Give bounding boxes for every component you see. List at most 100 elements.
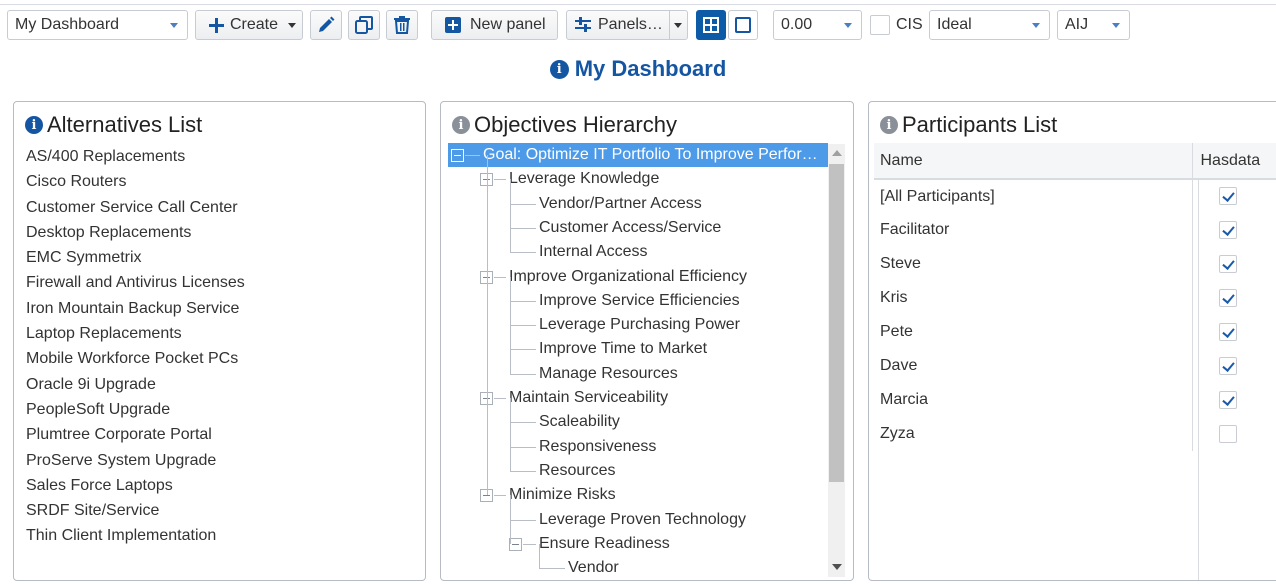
- list-item[interactable]: Plumtree Corporate Portal: [26, 422, 245, 447]
- ideal-select[interactable]: Ideal: [929, 10, 1050, 40]
- info-icon[interactable]: i: [25, 116, 43, 134]
- number-select[interactable]: 0.00: [773, 10, 862, 40]
- aij-select-value: AIJ: [1065, 16, 1089, 33]
- panels-dropdown-button[interactable]: [669, 10, 688, 40]
- hasdata-checkbox[interactable]: [1219, 288, 1238, 307]
- tree-connector: [539, 568, 565, 570]
- tree-node-goal[interactable]: Goal: Optimize IT Portfolio To Improve P…: [448, 143, 828, 167]
- panels-button[interactable]: Panels…: [566, 10, 670, 40]
- edit-button[interactable]: [310, 10, 342, 40]
- ideal-select-value: Ideal: [937, 16, 972, 33]
- table-row[interactable]: Kris: [874, 281, 1276, 315]
- collapse-icon[interactable]: [451, 149, 464, 162]
- number-select-value: 0.00: [781, 16, 813, 33]
- tree-connector: [510, 519, 536, 521]
- name-column-header[interactable]: Name: [874, 143, 1192, 180]
- list-item[interactable]: Cisco Routers: [26, 169, 245, 194]
- list-item[interactable]: Laptop Replacements: [26, 321, 245, 346]
- cis-checkbox[interactable]: [870, 15, 890, 35]
- chevron-down-icon: [1112, 23, 1120, 28]
- new-panel-label: New panel: [470, 16, 546, 33]
- list-item[interactable]: EMC Symmetrix: [26, 245, 245, 270]
- list-item[interactable]: Desktop Replacements: [26, 220, 245, 245]
- single-layout-toggle[interactable]: [728, 10, 758, 40]
- table-row[interactable]: Marcia: [874, 383, 1276, 417]
- tree-scrollbar[interactable]: [828, 144, 845, 577]
- grid-layout-toggle[interactable]: [696, 10, 726, 40]
- tree-node[interactable]: Vendor: [568, 556, 619, 579]
- tree-node[interactable]: Resources: [539, 459, 615, 483]
- tree-node[interactable]: Leverage Proven Technology: [539, 508, 746, 532]
- create-button[interactable]: Create: [195, 10, 303, 40]
- dashboard-select-value: My Dashboard: [15, 16, 120, 33]
- tree-node[interactable]: Leverage Purchasing Power: [539, 313, 740, 337]
- panels-label: Panels…: [598, 16, 663, 33]
- top-border: [0, 0, 1276, 5]
- tree-connector: [494, 398, 506, 399]
- dashboard-select[interactable]: My Dashboard: [7, 10, 188, 40]
- tree-connector: [510, 398, 511, 471]
- info-icon[interactable]: i: [880, 116, 898, 134]
- tree-node[interactable]: Maintain Serviceability: [509, 386, 668, 410]
- info-icon[interactable]: i: [452, 116, 470, 134]
- tree-node[interactable]: Improve Service Efficiencies: [539, 289, 740, 313]
- list-item[interactable]: Firewall and Antivirus Licenses: [26, 270, 245, 295]
- list-item[interactable]: Mobile Workforce Pocket PCs: [26, 346, 245, 371]
- hasdata-cell: [1191, 383, 1276, 417]
- tree-node[interactable]: Internal Access: [539, 240, 648, 264]
- tree-node[interactable]: Scaleability: [539, 410, 620, 434]
- list-item[interactable]: ProServe System Upgrade: [26, 448, 245, 473]
- scroll-up-icon[interactable]: [832, 150, 842, 156]
- scrollbar-thumb[interactable]: [829, 164, 844, 482]
- chevron-down-icon: [674, 23, 682, 28]
- tree-connector: [510, 373, 536, 375]
- table-row[interactable]: Pete: [874, 315, 1276, 349]
- add-box-icon: [445, 17, 461, 33]
- trash-icon: [394, 16, 410, 34]
- tree-node[interactable]: Improve Time to Market: [539, 337, 707, 361]
- pencil-icon: [317, 16, 335, 34]
- table-row[interactable]: Facilitator: [874, 213, 1276, 247]
- hasdata-column-header[interactable]: Hasdata: [1191, 143, 1276, 180]
- list-item[interactable]: Customer Service Call Center: [26, 195, 245, 220]
- list-item[interactable]: PeopleSoft Upgrade: [26, 397, 245, 422]
- tree-node[interactable]: Vendor/Partner Access: [539, 192, 702, 216]
- square-icon: [735, 17, 751, 33]
- hasdata-checkbox[interactable]: [1219, 424, 1238, 443]
- tree-node[interactable]: Responsiveness: [539, 435, 656, 459]
- participant-name: Steve: [880, 255, 921, 272]
- scroll-down-icon[interactable]: [832, 564, 842, 570]
- tree-connector: [510, 446, 536, 448]
- tree-node[interactable]: Manage Resources: [539, 362, 678, 386]
- info-icon[interactable]: i: [549, 59, 569, 79]
- delete-button[interactable]: [386, 10, 418, 40]
- table-row[interactable]: [All Participants]: [874, 179, 1276, 213]
- list-item[interactable]: SRDF Site/Service: [26, 498, 245, 523]
- hasdata-checkbox[interactable]: [1219, 220, 1238, 239]
- tree-node[interactable]: Leverage Knowledge: [509, 167, 659, 191]
- new-panel-button[interactable]: New panel: [431, 10, 558, 40]
- list-item[interactable]: AS/400 Replacements: [26, 144, 245, 169]
- aij-select[interactable]: AIJ: [1057, 10, 1130, 40]
- table-row[interactable]: Steve: [874, 247, 1276, 281]
- tree-node[interactable]: Minimize Risks: [509, 483, 616, 507]
- hasdata-checkbox[interactable]: [1219, 254, 1238, 273]
- list-item[interactable]: Thin Client Implementation: [26, 523, 245, 548]
- hasdata-checkbox[interactable]: [1219, 390, 1238, 409]
- hasdata-cell: [1191, 315, 1276, 349]
- tree-connector: [494, 495, 506, 497]
- duplicate-button[interactable]: [348, 10, 380, 40]
- hasdata-checkbox[interactable]: [1219, 356, 1238, 375]
- hasdata-checkbox[interactable]: [1219, 187, 1238, 206]
- hasdata-cell: [1191, 247, 1276, 281]
- hasdata-cell: [1191, 281, 1276, 315]
- list-item[interactable]: Iron Mountain Backup Service: [26, 296, 245, 321]
- list-item[interactable]: Sales Force Laptops: [26, 473, 245, 498]
- table-row[interactable]: Zyza: [874, 417, 1276, 451]
- tree-node[interactable]: Customer Access/Service: [539, 216, 721, 240]
- tree-node[interactable]: Improve Organizational Efficiency: [509, 265, 747, 289]
- list-item[interactable]: Oracle 9i Upgrade: [26, 372, 245, 397]
- table-row[interactable]: Dave: [874, 349, 1276, 383]
- tree-node[interactable]: Ensure Readiness: [539, 532, 670, 556]
- hasdata-checkbox[interactable]: [1219, 322, 1238, 341]
